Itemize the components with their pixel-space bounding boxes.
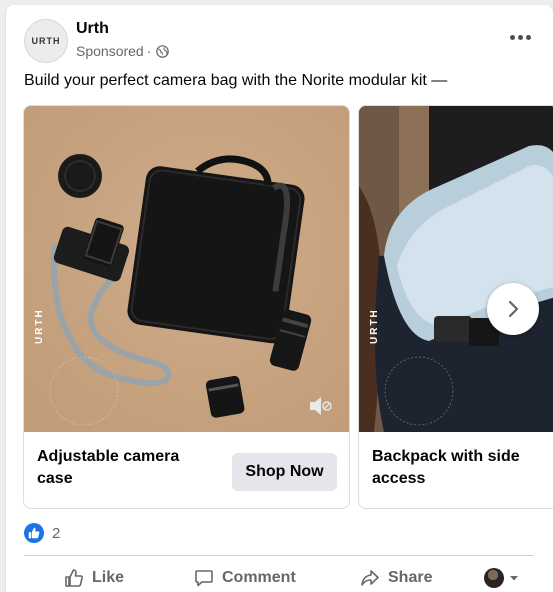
comment-button[interactable]: Comment xyxy=(194,563,296,592)
card-footer: Backpack with side access xyxy=(359,432,553,508)
action-bar: Like Comment Share xyxy=(24,563,553,592)
svg-text:URTH: URTH xyxy=(34,308,45,344)
carousel-card-1[interactable]: URTH Adjustable camera case Shop Now xyxy=(23,105,350,509)
carousel-next-button[interactable] xyxy=(487,283,539,335)
share-icon xyxy=(361,570,379,586)
reaction-count: 2 xyxy=(52,524,61,542)
product-image-camera-case[interactable]: URTH xyxy=(24,106,349,432)
shop-now-button[interactable]: Shop Now xyxy=(232,453,337,491)
page-avatar[interactable]: URTH xyxy=(24,19,68,63)
avatar-logo-text: URTH xyxy=(31,36,61,46)
comment-icon xyxy=(195,570,213,587)
globe-icon[interactable] xyxy=(156,44,170,58)
divider xyxy=(24,555,534,556)
chevron-right-icon xyxy=(508,300,519,318)
card-title[interactable]: Backpack with side access xyxy=(372,446,542,490)
share-button[interactable]: Share xyxy=(360,563,432,592)
sponsored-row: Sponsored · xyxy=(76,43,170,59)
like-label: Like xyxy=(92,569,125,586)
comment-label: Comment xyxy=(222,569,296,586)
like-reaction-icon xyxy=(24,523,44,543)
reactions-summary[interactable]: 2 xyxy=(24,523,60,543)
post-as-selector[interactable] xyxy=(484,563,520,592)
sponsored-label[interactable]: Sponsored xyxy=(76,43,144,59)
chevron-down-icon xyxy=(510,576,518,581)
card-footer: Adjustable camera case Shop Now xyxy=(24,432,349,508)
separator-dot: · xyxy=(146,43,152,59)
user-avatar xyxy=(484,568,504,588)
product-image-backpack[interactable]: URTH xyxy=(359,106,553,432)
product-carousel: URTH Adjustable camera case Shop Now URT… xyxy=(23,105,553,511)
page-name-link[interactable]: Urth xyxy=(76,20,109,38)
svg-text:URTH: URTH xyxy=(369,308,380,344)
card-title[interactable]: Adjustable camera case xyxy=(37,446,212,490)
share-label: Share xyxy=(388,569,433,586)
more-options-icon[interactable] xyxy=(507,27,533,47)
like-icon xyxy=(65,569,83,587)
like-button[interactable]: Like xyxy=(64,563,124,592)
ad-post: URTH Urth Sponsored · Build your perfect… xyxy=(6,5,553,592)
post-caption: Build your perfect camera bag with the N… xyxy=(24,72,448,89)
